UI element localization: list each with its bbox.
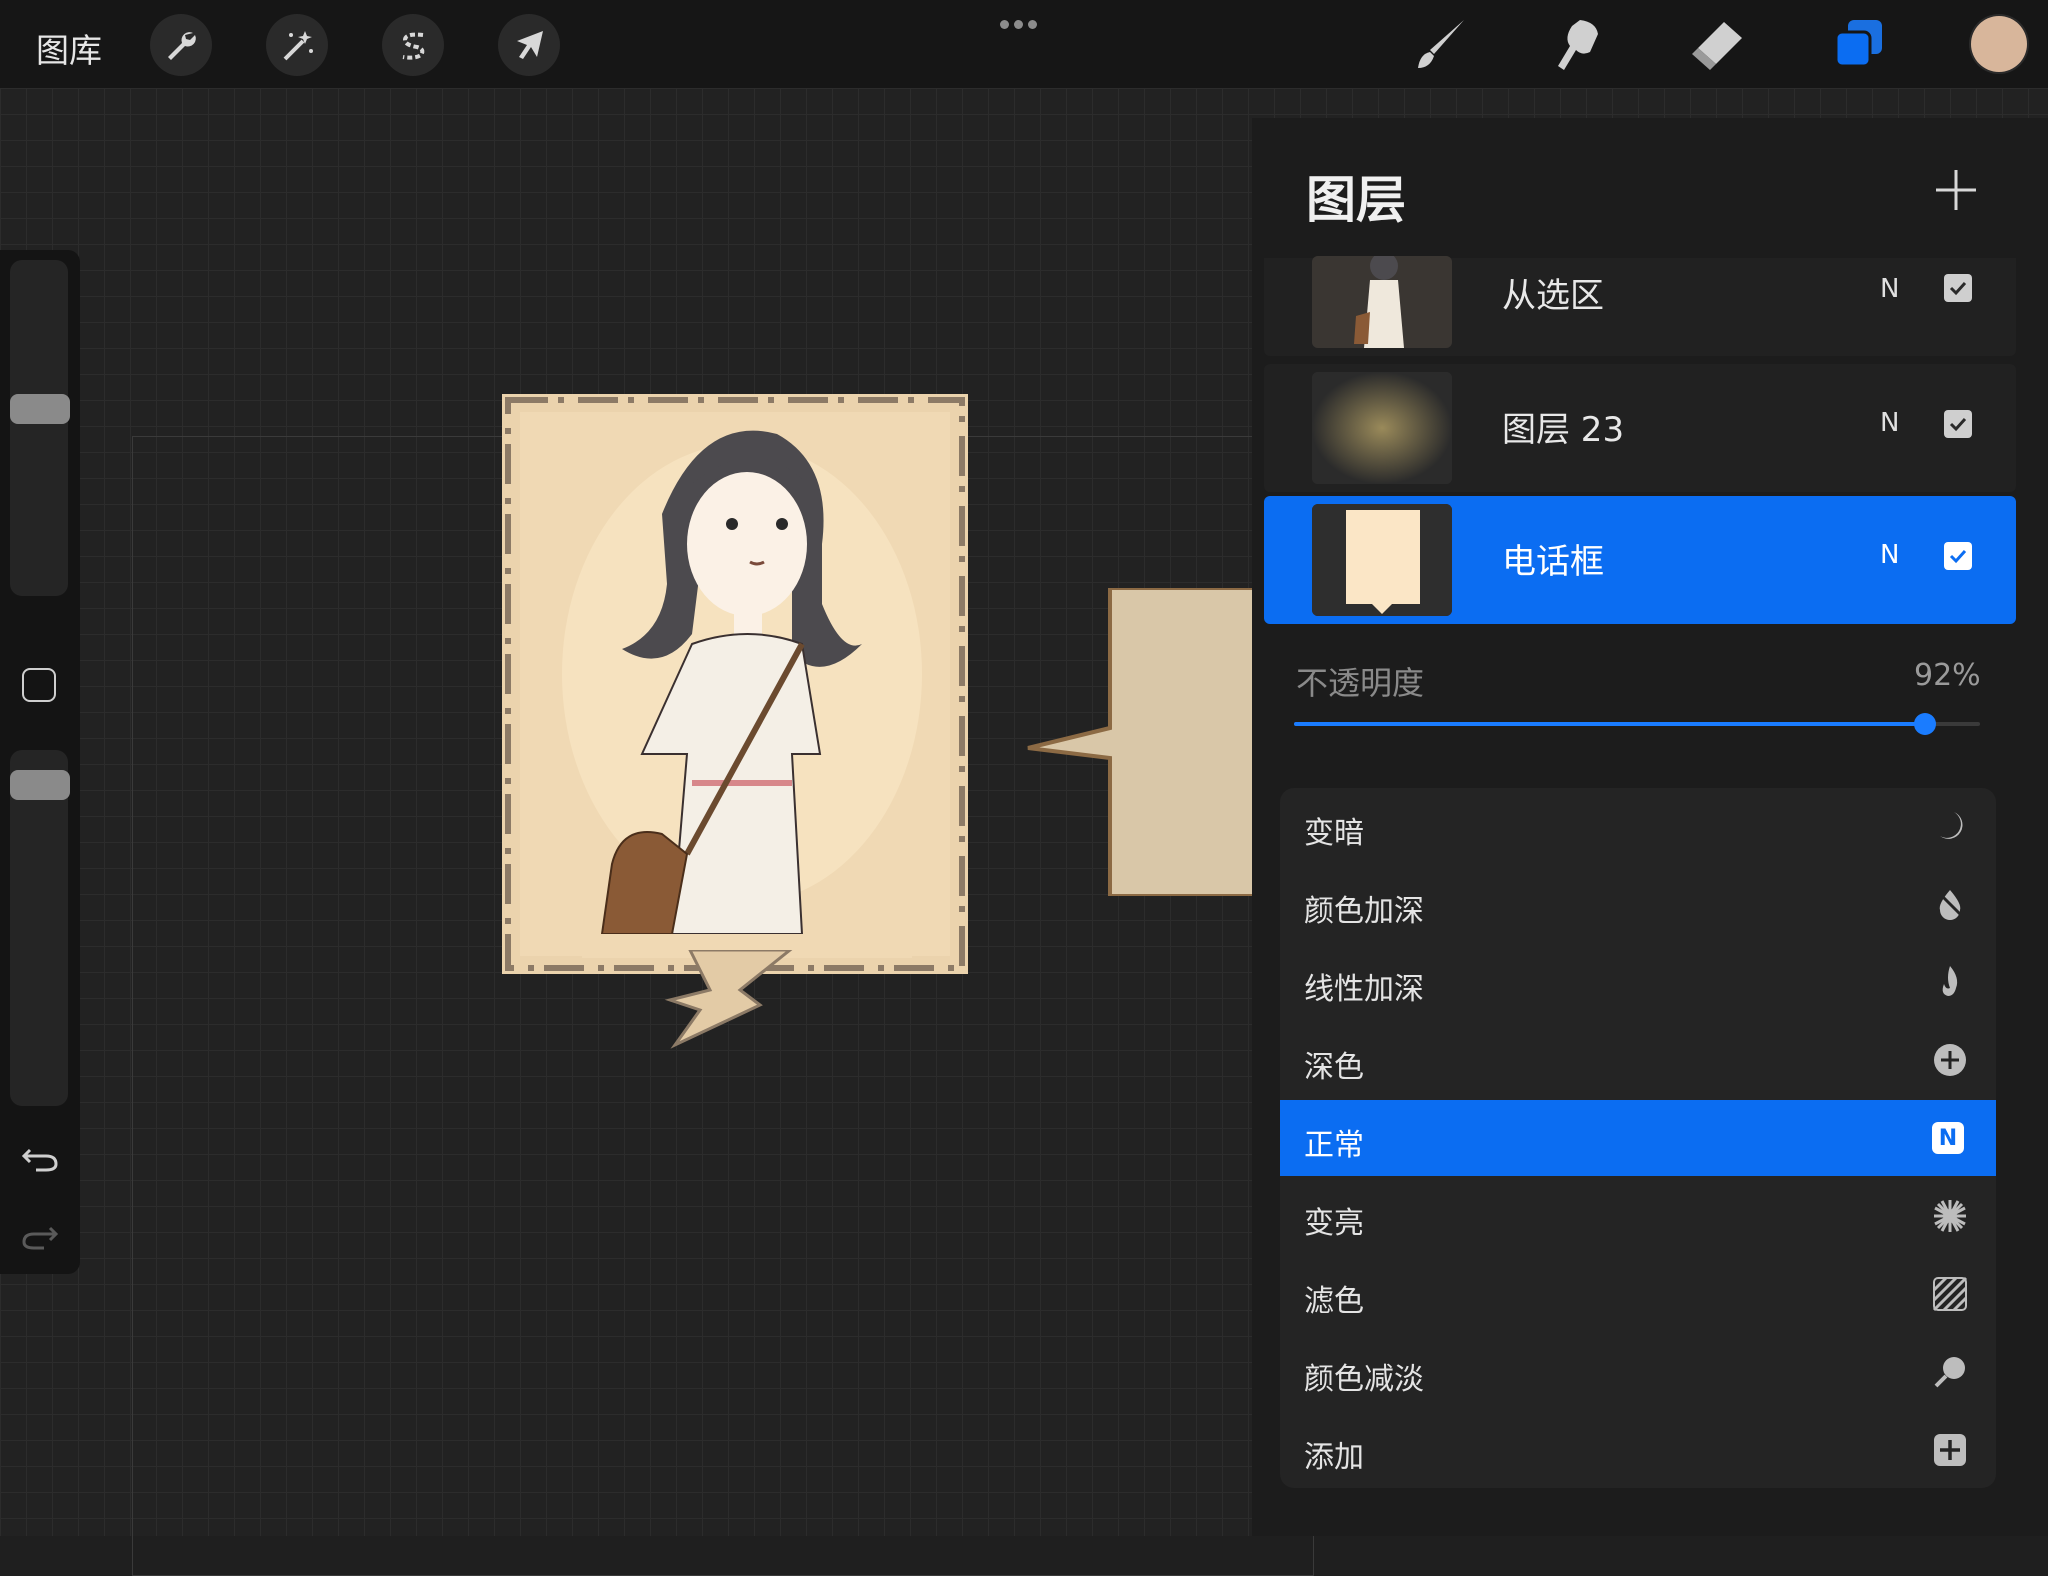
transform-button[interactable] [498, 14, 560, 76]
adjustments-button[interactable] [266, 14, 328, 76]
color-picker-swatch[interactable] [1971, 16, 2027, 72]
opacity-value: 92% [1914, 658, 1981, 693]
blend-mode-label: 滤色 [1304, 1284, 1364, 1319]
layer-name[interactable]: 图层 23 [1502, 402, 1624, 451]
layer-thumbnail-image [1312, 504, 1452, 616]
blend-mode-add[interactable]: 添加 [1280, 1412, 1996, 1488]
opacity-label: 不透明度 [1296, 664, 1425, 702]
panel-title: 图层 [1306, 171, 1406, 229]
layers-button[interactable] [1828, 14, 1890, 76]
layer-blend-mode[interactable]: N [1880, 274, 1899, 304]
artwork-frame [502, 394, 968, 974]
opacity-slider-knob[interactable] [1914, 713, 1937, 735]
redo-icon[interactable] [20, 1214, 60, 1254]
blend-mode-darker-color[interactable]: 深色 [1280, 1022, 1996, 1098]
layers-panel: 图层 从选区 N 图层 23 N 电话框 N 不透明度 92% 变暗 颜色加深 … [1252, 118, 2048, 1536]
layer-thumbnail [1312, 504, 1452, 616]
undo-icon[interactable] [20, 1136, 60, 1176]
eraser-icon [1692, 22, 1742, 70]
opacity-slider-fill [1294, 722, 1926, 726]
layer-row[interactable]: 图层 23 N [1264, 364, 2016, 492]
selection-button[interactable] [382, 14, 444, 76]
brush-icon [1418, 20, 1464, 68]
brush-button[interactable] [1410, 14, 1472, 76]
more-options[interactable] [1000, 14, 1048, 29]
brush-size-knob[interactable] [10, 394, 70, 424]
layer-blend-mode[interactable]: N [1880, 540, 1899, 570]
brush-size-slider[interactable] [10, 260, 68, 596]
layer-thumbnail-image [1312, 256, 1452, 348]
blend-mode-label: 线性加深 [1304, 972, 1424, 1007]
blend-mode-lighten[interactable]: 变亮 [1280, 1178, 1996, 1254]
blend-mode-darken[interactable]: 变暗 [1280, 788, 1996, 864]
plus-circle-icon [1934, 1044, 1966, 1076]
n-badge-icon: N [1932, 1122, 1964, 1154]
layer-row[interactable]: 从选区 N [1264, 256, 2016, 356]
artwork-bubble-tail [664, 950, 793, 1049]
arrow-cursor-icon [517, 31, 543, 59]
blend-mode-label: 颜色减淡 [1304, 1362, 1424, 1397]
brush-opacity-knob[interactable] [10, 770, 70, 800]
blend-mode-linear-burn[interactable]: 线性加深 [1280, 944, 1996, 1020]
brush-opacity-slider[interactable] [10, 750, 68, 1106]
opacity-slider[interactable] [1294, 713, 1980, 735]
blend-mode-screen[interactable]: 滤色 [1280, 1256, 1996, 1332]
actions-button[interactable] [150, 14, 212, 76]
layer-row-selected[interactable]: 电话框 N [1264, 496, 2016, 624]
blend-mode-label: 正常 [1304, 1128, 1364, 1163]
blend-mode-label: 深色 [1304, 1050, 1364, 1085]
burn-drop-icon [1936, 890, 1964, 920]
selection-s-icon [402, 32, 425, 60]
left-sidebar [0, 250, 80, 1274]
moon-icon [1940, 812, 1963, 839]
layer-thumbnail [1312, 372, 1452, 484]
blend-mode-list: 变暗 颜色加深 线性加深 深色 正常 N 变亮 滤色 颜色减淡 添加 [1280, 788, 1996, 1488]
plus-square-icon [1934, 1434, 1966, 1466]
magic-wand-icon [283, 31, 313, 61]
modify-button[interactable] [22, 668, 56, 702]
artwork-speech-bubble [1027, 588, 1256, 896]
blend-mode-color-burn[interactable]: 颜色加深 [1280, 866, 1996, 942]
hatch-icon [1932, 1276, 1968, 1312]
smudge-finger-icon [1558, 20, 1598, 70]
dodge-icon [1934, 1357, 1965, 1388]
layer-name[interactable]: 从选区 [1502, 268, 1604, 317]
blend-mode-normal[interactable]: 正常 N [1280, 1100, 1996, 1176]
layer-thumbnail [1312, 256, 1452, 348]
layers-icon [1834, 20, 1882, 68]
layer-visibility-checkbox[interactable] [1944, 410, 1972, 438]
sun-burst-icon [1934, 1200, 1966, 1232]
layer-name[interactable]: 电话框 [1502, 534, 1604, 583]
layer-blend-mode[interactable]: N [1880, 408, 1899, 438]
wrench-icon [168, 32, 196, 60]
layer-thumbnail-image [1312, 372, 1452, 484]
gallery-button[interactable]: 图库 [36, 24, 102, 72]
smudge-button[interactable] [1548, 14, 1610, 76]
blend-mode-color-dodge[interactable]: 颜色减淡 [1280, 1334, 1996, 1410]
flame-icon [1942, 966, 1958, 996]
eraser-button[interactable] [1686, 14, 1748, 76]
layer-visibility-checkbox[interactable] [1944, 274, 1972, 302]
blend-mode-label: 颜色加深 [1304, 894, 1424, 929]
top-toolbar: 图库 [0, 0, 2048, 88]
blend-mode-label: 变暗 [1304, 816, 1364, 851]
blend-mode-label: 添加 [1304, 1440, 1364, 1475]
layer-visibility-checkbox[interactable] [1944, 542, 1972, 570]
add-layer-button[interactable] [1926, 160, 1986, 220]
blend-mode-label: 变亮 [1304, 1206, 1364, 1241]
